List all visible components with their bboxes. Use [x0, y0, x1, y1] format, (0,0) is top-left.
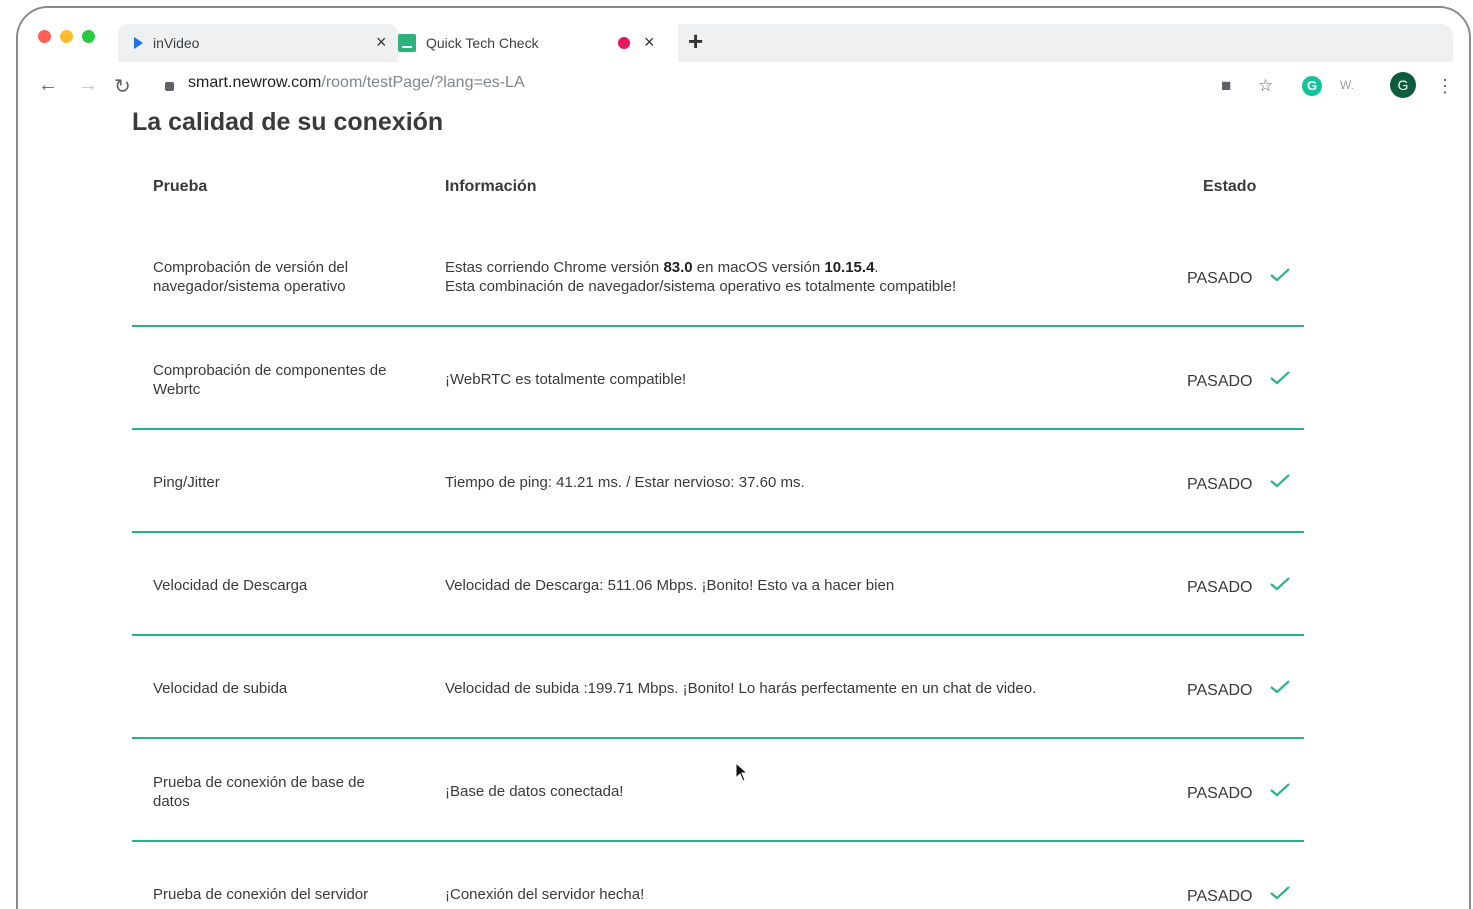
tab-quick-tech-check[interactable]: Quick Tech Check × [398, 24, 678, 62]
info-text: en macOS versión [692, 259, 825, 276]
status-label: PASADO [1187, 476, 1253, 493]
test-name: Ping/Jitter [153, 474, 220, 491]
test-name: Velocidad de subida [153, 680, 288, 697]
test-info: ¡WebRTC es totalmente compatible! [445, 371, 687, 388]
info-text: Estas corriendo Chrome versión [445, 259, 664, 276]
page-title: La calidad de su conexión [132, 108, 444, 136]
check-icon [1270, 680, 1290, 694]
camera-icon[interactable]: ■ [1221, 76, 1231, 96]
mouse-pointer-icon [735, 761, 749, 787]
tab-strip-empty [668, 24, 1453, 62]
quick-tech-favicon-icon [398, 34, 416, 52]
status-label: PASADO [1187, 888, 1253, 905]
maximize-window-button[interactable] [82, 30, 95, 43]
column-header-status: Estado [1203, 178, 1257, 195]
profile-avatar[interactable]: G [1390, 72, 1416, 98]
tab-bar: inVideo × Quick Tech Check × + [18, 8, 1469, 64]
table-row: Comprobación de versión del navegador/si… [132, 224, 1304, 327]
browser-toolbar: ← → ↻ smart.newrow.com/room/testPage/?la… [18, 64, 1469, 108]
test-name: Prueba de conexión de base de datos [153, 774, 365, 810]
menu-kebab-icon[interactable]: ⋮ [1436, 76, 1454, 97]
close-tab-icon[interactable]: × [376, 32, 387, 53]
check-icon [1270, 577, 1290, 591]
close-window-button[interactable] [38, 30, 51, 43]
test-info: Velocidad de subida :199.71 Mbps. ¡Bonit… [445, 680, 1037, 697]
chrome-version: 83.0 [663, 259, 693, 276]
bookmark-star-icon[interactable]: ☆ [1258, 76, 1273, 96]
check-icon [1270, 886, 1290, 900]
table-row: Velocidad de subida Velocidad de subida … [132, 636, 1304, 739]
check-icon [1270, 371, 1290, 385]
reload-button[interactable]: ↻ [114, 74, 131, 99]
new-tab-button[interactable]: + [688, 26, 703, 57]
test-info: ¡Base de datos conectada! [445, 783, 624, 800]
info-text: . [874, 259, 879, 276]
table-row: Prueba de conexión del servidor ¡Conexió… [132, 842, 1304, 909]
test-name: Velocidad de Descarga [153, 577, 308, 594]
tab-invideo[interactable]: inVideo × [126, 24, 387, 62]
test-info: Estas corriendo Chrome versión 83.0 en m… [445, 258, 1145, 296]
table-row: Ping/Jitter Tiempo de ping: 41.21 ms. / … [132, 430, 1304, 533]
recording-indicator-icon [618, 37, 630, 49]
status-label: PASADO [1187, 682, 1253, 699]
forward-button[interactable]: → [78, 74, 98, 97]
tab-label: inVideo [153, 35, 200, 51]
macos-version: 10.15.4 [824, 259, 875, 276]
table-row: Comprobación de componentes de Webrtc ¡W… [132, 327, 1304, 430]
tab-label: Quick Tech Check [426, 35, 539, 51]
test-info: Tiempo de ping: 41.21 ms. / Estar nervio… [445, 474, 805, 491]
grammarly-extension-icon[interactable]: G [1302, 76, 1322, 96]
column-header-info: Información [445, 178, 537, 195]
minimize-window-button[interactable] [60, 30, 73, 43]
test-name: Prueba de conexión del servidor [153, 886, 369, 903]
status-label: PASADO [1187, 373, 1253, 390]
status-label: PASADO [1187, 579, 1253, 596]
test-info: Velocidad de Descarga: 511.06 Mbps. ¡Bon… [445, 577, 895, 594]
status-label: PASADO [1187, 270, 1253, 287]
check-icon [1270, 474, 1290, 488]
invideo-favicon-icon [134, 37, 143, 49]
lock-icon[interactable] [165, 82, 174, 91]
address-bar[interactable]: smart.newrow.com/room/testPage/?lang=es-… [188, 74, 525, 92]
check-icon [1270, 783, 1290, 797]
check-icon [1270, 268, 1290, 282]
url-path: /room/testPage/?lang=es-LA [321, 74, 525, 91]
extension-icon[interactable]: W. [1340, 78, 1354, 92]
info-text: Esta combinación de navegador/sistema op… [445, 278, 957, 295]
test-name: Comprobación de versión del navegador/si… [153, 259, 349, 295]
back-button[interactable]: ← [38, 74, 58, 97]
test-info: ¡Conexión del servidor hecha! [445, 886, 645, 903]
url-host: smart.newrow.com [188, 74, 322, 91]
column-header-test: Prueba [153, 178, 208, 195]
table-row: Velocidad de Descarga Velocidad de Desca… [132, 533, 1304, 636]
test-name: Comprobación de componentes de Webrtc [153, 362, 387, 398]
status-label: PASADO [1187, 785, 1253, 802]
table-row: Prueba de conexión de base de datos ¡Bas… [132, 739, 1304, 842]
close-tab-icon[interactable]: × [644, 32, 655, 53]
